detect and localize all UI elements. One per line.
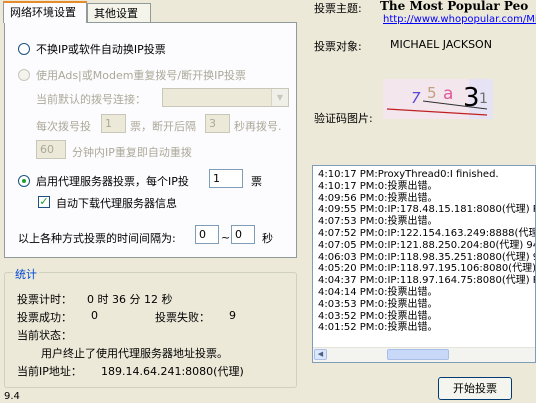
stats-title: 统计 (13, 266, 39, 282)
ip-repeat-suffix: 分钟内IP重复即自动重拨 (72, 146, 192, 159)
proxy-vote-label: 启用代理服务器投票，每个IP投 (36, 175, 189, 188)
vote-target-label: 投票对象: (314, 40, 362, 53)
captcha-label: 验证码图片: (314, 112, 373, 125)
log-entry: 4:07:53 PM:0:投票出错。 (318, 216, 438, 228)
captcha-char: a (443, 84, 453, 104)
stats-group: 统计 投票计时： 0 时 36 分 12 秒 投票成功： 0 投票失败： 9 当… (4, 266, 297, 388)
log-entry: 4:09:55 PM:0:IP:178.48.15.181:8080(代理) P… (318, 204, 536, 216)
interval-label: 以上各种方式投票的时间间隔为: (18, 232, 176, 245)
every-dial-mid: 票，断开后隔 (130, 120, 196, 133)
captcha-char: 1 (479, 91, 488, 107)
log-entry: 4:07:52 PM:0:IP:122.154.163.249:8888(代理) (318, 227, 536, 239)
captcha-graphic: 7 5 a 3 1 (383, 79, 493, 119)
proxy-votes-suffix: 票 (251, 175, 262, 188)
auto-download-proxy-label: 自动下载代理服务器信息 (56, 197, 177, 210)
vote-topic-label: 投票主题: (314, 2, 362, 15)
interval-separator: ~ (221, 231, 231, 244)
log-entry: 4:03:53 PM:0:投票出错。 (318, 298, 438, 310)
network-settings-panel: 不换IP或软件自动换IP投票 使用Ads|或Modem重复拨号/断开换IP投票 … (4, 22, 297, 258)
proxy-vote-radio[interactable] (18, 175, 30, 187)
log-entry: 4:04:14 PM:0:投票出错。 (318, 286, 438, 298)
start-vote-label: 开始投票 (453, 382, 497, 395)
captcha-char: 7 (411, 89, 421, 107)
vote-topic-value: The Most Popular Peo (380, 0, 529, 13)
log-horizontal-scrollbar[interactable]: ◀ (313, 347, 535, 362)
log-entry: 4:01:52 PM:0:投票出错。 (318, 322, 438, 334)
log-entry: 4:04:37 PM:0:IP:118.97.164.75:8080(代理) P… (318, 275, 536, 287)
interval-unit: 秒 (262, 232, 273, 245)
start-vote-button[interactable]: 开始投票 (438, 377, 512, 400)
fail-label: 投票失败： (155, 311, 210, 324)
log-lines: 4:10:17 PM:ProxyThread0:I finished. 4:10:… (313, 166, 535, 334)
interval-from-input[interactable]: 0 (195, 225, 219, 244)
tab-label: 其他设置 (94, 7, 138, 20)
every-dial-prefix: 每次拨号投 (36, 120, 91, 133)
adsl-redial-radio[interactable] (18, 69, 30, 81)
current-dial-label: 当前默认的拨号连接： (36, 93, 146, 106)
status-message: 用户终止了使用代理服务器地址投票。 (41, 347, 228, 360)
current-ip-label: 当前IP地址： (17, 365, 82, 378)
votes-per-dial-input[interactable]: 1 (101, 114, 126, 133)
captcha-char: 5 (427, 84, 437, 102)
log-entry: 4:10:17 PM:ProxyThread0:I finished. (318, 169, 499, 180)
wait-seconds-suffix: 秒再拨号. (234, 120, 282, 133)
current-ip-value: 189.14.64.241:8080(代理) (101, 365, 244, 378)
no-change-ip-label: 不换IP或软件自动换IP投票 (36, 43, 166, 56)
vote-target-value: MICHAEL JACKSON (390, 38, 492, 51)
vote-time-value: 0 时 36 分 12 秒 (87, 293, 173, 306)
tab-network-settings[interactable]: 网络环境设置 (3, 1, 87, 23)
adsl-redial-label: 使用Ads|或Modem重复拨号/断开换IP投票 (36, 69, 247, 82)
tab-other-settings[interactable]: 其他设置 (87, 3, 151, 22)
wait-seconds-input[interactable]: 3 (205, 114, 230, 133)
log-entry: 4:06:03 PM:0:IP:118.98.35.251:8080(代理) 9… (318, 251, 536, 263)
log-list[interactable]: 4:10:17 PM:ProxyThread0:I finished. 4:10:… (312, 165, 536, 363)
success-label: 投票成功： (17, 311, 72, 324)
success-value: 0 (91, 309, 98, 322)
dial-connection-select[interactable]: ▼ (162, 88, 289, 107)
tab-label: 网络环境设置 (10, 6, 76, 19)
auto-download-proxy-checkbox[interactable]: ✓ (38, 196, 50, 208)
fail-value: 9 (229, 309, 236, 322)
scroll-left-icon[interactable]: ◀ (314, 349, 327, 360)
captcha-image: 7 5 a 3 1 (383, 79, 493, 119)
version-label: 9.4 (4, 391, 20, 402)
log-entry: 4:09:56 PM:0:投票出错。 (318, 192, 438, 204)
log-entry: 4:10:17 PM:0:投票出错。 (318, 180, 438, 192)
vote-time-label: 投票计时： (17, 293, 72, 306)
vote-topic-link[interactable]: http://www.whopopular.com/Mi (383, 14, 536, 25)
proxy-votes-per-ip-input[interactable]: 1 (209, 169, 243, 188)
captcha-char: 3 (463, 83, 480, 113)
log-entry: 4:07:05 PM:0:IP:121.88.250.204:80(代理) 94 (318, 239, 536, 251)
log-entry: 4:05:20 PM:0:IP:118.97.195.106:8080(代理) … (318, 263, 536, 275)
chevron-down-icon: ▼ (271, 89, 288, 106)
log-entry: 4:03:52 PM:0:投票出错。 (318, 310, 438, 322)
scroll-thumb[interactable] (387, 349, 449, 360)
ip-repeat-minutes-input[interactable]: 60 (36, 140, 66, 159)
status-label: 当前状态： (17, 329, 72, 342)
no-change-ip-radio[interactable] (18, 43, 30, 55)
interval-to-input[interactable]: 0 (231, 225, 255, 244)
